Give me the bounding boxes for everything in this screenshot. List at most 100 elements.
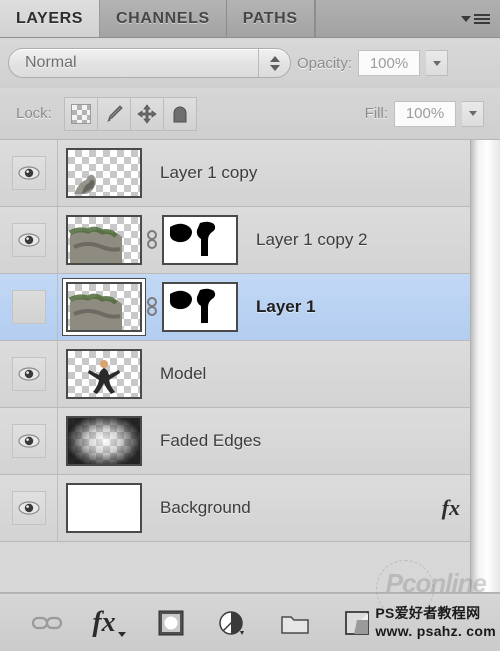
new-layer-icon	[345, 610, 369, 635]
layer-name[interactable]: Layer 1	[238, 297, 500, 317]
link-icon	[147, 297, 157, 316]
opacity-label: Opacity:	[297, 54, 353, 72]
lock-position-button[interactable]	[129, 96, 164, 131]
eye-icon	[17, 501, 40, 515]
layer-thumbnail[interactable]	[66, 215, 142, 265]
visibility-cell	[0, 475, 58, 541]
adjustment-icon	[219, 610, 244, 635]
chevron-down-icon	[461, 15, 471, 22]
thumbnail-group	[58, 279, 238, 335]
visibility-cell	[0, 408, 58, 474]
link-icon	[147, 230, 157, 249]
vertical-scrollbar[interactable]	[470, 140, 500, 592]
new-group-button[interactable]	[264, 603, 326, 643]
tab-bar-filler	[314, 0, 500, 37]
layers-panel-toolbar: fx Pconline PS爱好者教程网 www. psahz. com	[0, 560, 500, 651]
visibility-cell	[0, 274, 58, 340]
watermark-line-2: www. psahz. com	[375, 622, 496, 639]
mask-content	[164, 217, 236, 263]
panel-tab-bar: LAYERS CHANNELS PATHS	[0, 0, 500, 38]
visibility-toggle[interactable]	[11, 491, 46, 525]
tab-paths-label: PATHS	[242, 9, 298, 27]
link-icon	[31, 616, 63, 629]
visibility-toggle[interactable]	[11, 223, 46, 257]
layer-thumbnail[interactable]	[66, 483, 142, 533]
visibility-toggle[interactable]	[11, 424, 46, 458]
visibility-cell	[0, 140, 58, 206]
layer-thumbnail[interactable]	[66, 349, 142, 399]
layer-thumbnail[interactable]	[66, 416, 142, 466]
lock-transparent-pixels-button[interactable]	[63, 96, 98, 131]
tab-layers[interactable]: LAYERS	[0, 0, 101, 37]
fill-dropdown-button[interactable]	[462, 100, 484, 127]
eye-icon	[17, 233, 40, 247]
table-row[interactable]: Layer 1	[0, 274, 500, 341]
chevron-down-icon	[269, 64, 280, 71]
lock-all-button[interactable]	[162, 96, 197, 131]
layer-name[interactable]: Background	[142, 498, 442, 518]
thumbnail-group	[58, 416, 142, 466]
opacity-dropdown-button[interactable]	[426, 50, 449, 76]
eye-icon	[17, 367, 40, 381]
layer-name[interactable]: Model	[142, 364, 500, 384]
visibility-cell	[0, 207, 58, 273]
thumbnail-group	[58, 483, 142, 533]
thumbnail-group	[58, 349, 142, 399]
new-adjustment-layer-button[interactable]	[202, 603, 264, 643]
opacity-input[interactable]: 100%	[358, 50, 421, 76]
layer-mask-thumbnail[interactable]	[162, 215, 238, 265]
blend-mode-select[interactable]: Normal	[8, 48, 291, 78]
add-layer-mask-button[interactable]	[140, 603, 202, 643]
thumbnail-content	[68, 226, 122, 263]
tab-layers-label: LAYERS	[16, 9, 84, 27]
layer-list: Layer 1 copy Layer 1 copy 2 Layer 1 Mode…	[0, 140, 500, 593]
checkerboard-icon	[70, 103, 91, 124]
photoshop-layers-panel: LAYERS CHANNELS PATHS Normal Opacity: 10…	[0, 0, 500, 651]
tab-paths[interactable]: PATHS	[226, 0, 315, 37]
panel-menu-button[interactable]	[461, 13, 490, 24]
blend-mode-stepper[interactable]	[258, 49, 290, 77]
fx-icon: fx	[92, 606, 116, 638]
mask-content	[164, 284, 236, 330]
vignette-overlay	[68, 418, 140, 464]
link-layers-button[interactable]	[16, 603, 78, 643]
visibility-toggle[interactable]	[11, 290, 46, 324]
fill-input[interactable]: 100%	[394, 100, 456, 127]
layer-style-button[interactable]: fx	[78, 603, 140, 643]
fill-label: Fill:	[364, 105, 388, 122]
chevron-down-icon	[432, 60, 441, 66]
tab-channels[interactable]: CHANNELS	[100, 0, 227, 37]
chevron-down-icon	[468, 111, 477, 116]
table-row[interactable]: Layer 1 copy	[0, 140, 500, 207]
lock-row: Lock: Fill: 100%	[0, 88, 500, 140]
link-mask-icon[interactable]	[142, 229, 162, 251]
table-row[interactable]: Background fx	[0, 475, 500, 542]
blend-mode-row: Normal Opacity: 100%	[0, 38, 500, 88]
thumbnail-group	[58, 148, 142, 198]
thumbnail-content	[74, 174, 96, 194]
layer-mask-thumbnail[interactable]	[162, 282, 238, 332]
layer-name[interactable]: Layer 1 copy	[142, 163, 500, 183]
chevron-up-icon	[269, 55, 280, 62]
folder-icon	[281, 615, 309, 634]
visibility-toggle[interactable]	[11, 156, 46, 190]
layer-name[interactable]: Faded Edges	[142, 431, 500, 451]
visibility-cell	[0, 341, 58, 407]
watermark: Pconline PS爱好者教程网 www. psahz. com	[375, 560, 496, 651]
paintbrush-icon	[106, 104, 123, 122]
lock-label: Lock:	[16, 105, 52, 122]
table-row[interactable]: Model	[0, 341, 500, 408]
table-row[interactable]: Faded Edges	[0, 408, 500, 475]
layer-name[interactable]: Layer 1 copy 2	[238, 230, 500, 250]
blend-mode-value: Normal	[25, 54, 77, 71]
eye-icon	[17, 166, 40, 180]
lock-image-pixels-button[interactable]	[96, 96, 131, 131]
thumbnail-content	[88, 360, 120, 394]
layer-effects-badge[interactable]: fx	[442, 495, 472, 521]
visibility-toggle[interactable]	[11, 357, 46, 391]
mask-icon	[158, 610, 184, 635]
layer-thumbnail[interactable]	[66, 148, 142, 198]
layer-thumbnail[interactable]	[63, 279, 145, 335]
table-row[interactable]: Layer 1 copy 2	[0, 207, 500, 274]
link-mask-icon[interactable]	[142, 296, 162, 318]
